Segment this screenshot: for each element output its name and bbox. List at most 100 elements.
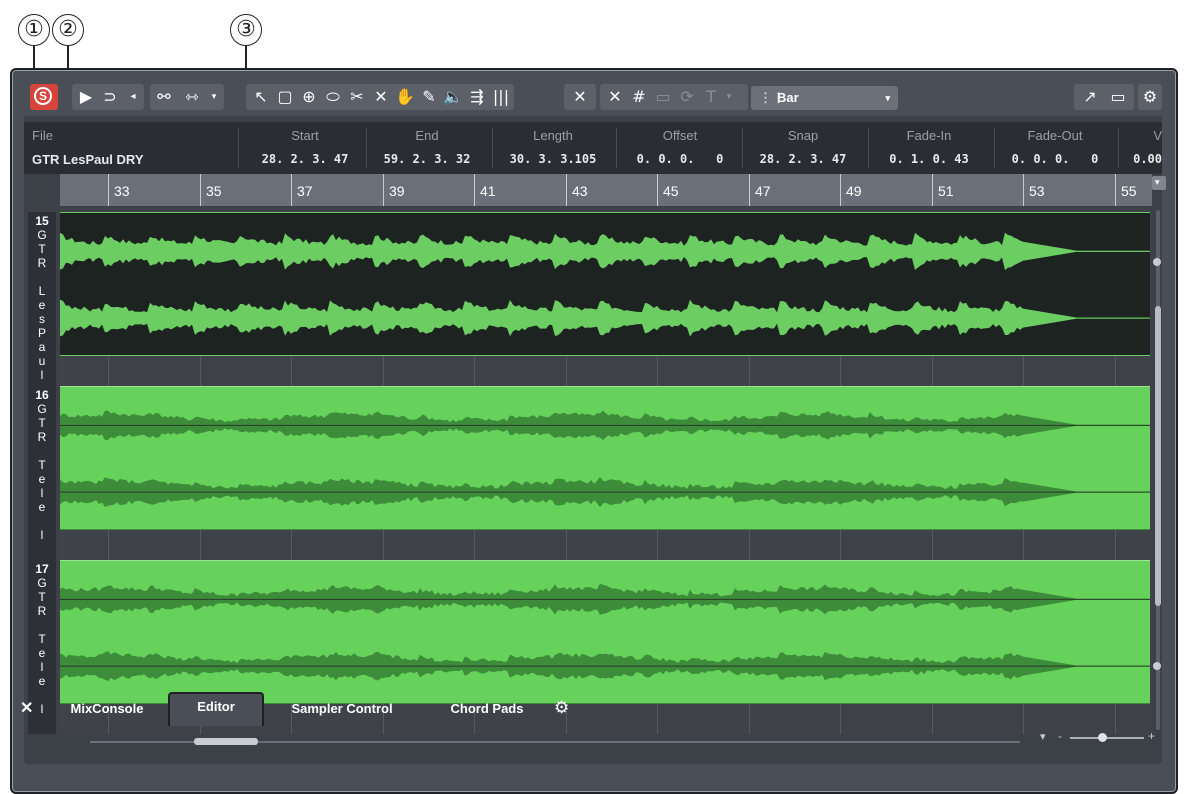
open-in-window-icon[interactable]: ↗ [1078, 84, 1102, 110]
pencil-icon[interactable]: ✎ [418, 84, 440, 110]
erase-icon[interactable]: ✕ [370, 84, 392, 110]
snap-type-icon[interactable]: T [700, 84, 722, 110]
speaker-icon[interactable]: 🔈 [442, 84, 464, 110]
info-volume-value[interactable]: 0.00 [1124, 152, 1162, 166]
info-snap-header: Snap [787, 128, 819, 143]
zoom-plus-label[interactable]: + [1148, 729, 1155, 743]
split-icon[interactable]: ✂ [346, 84, 368, 110]
zoom-icon[interactable]: ⊕ [298, 84, 320, 110]
zoom-minus-label[interactable]: - [1058, 729, 1062, 743]
info-fade-in-value[interactable]: 0. 1. 0. 43 [874, 152, 984, 166]
ruler-tick [291, 174, 292, 206]
snap-to-zero-icon[interactable]: ✕ [604, 84, 626, 110]
info-end-header: End [415, 128, 439, 143]
ruler-label: 33 [114, 183, 130, 199]
info-fade-out-header: Fade-Out [1027, 128, 1083, 143]
play-icon[interactable]: ▶ [76, 84, 96, 110]
info-separator [238, 128, 239, 168]
zoom-out-icon[interactable]: ▾ [1040, 730, 1046, 743]
tab-editor[interactable]: Editor [168, 692, 264, 726]
tab-sampler-control[interactable]: Sampler Control [272, 696, 412, 722]
crossfade-group: ✕ [564, 84, 596, 110]
audio-clip[interactable] [60, 386, 1150, 530]
lane-label: 15 G T R LesPaul [28, 212, 56, 386]
info-snap-value[interactable]: 28. 2. 3. 47 [748, 152, 858, 166]
transport-group: ▶ ⊃ ◂ [72, 84, 144, 110]
snap-events-icon[interactable]: ▭ [652, 84, 674, 110]
bottom-zone-tabs: ✕ MixConsole Editor Sampler Control Chor… [10, 692, 1174, 726]
tab-chord-pads[interactable]: Chord Pads [432, 696, 542, 722]
audio-clip[interactable] [60, 560, 1150, 704]
loop-icon[interactable]: ⊃ [100, 84, 120, 110]
chevron-down-icon: ▾ [1155, 177, 1160, 187]
solo-icon: S [34, 87, 52, 105]
lane-name-char [28, 270, 56, 284]
vertical-zoom-knob-lower[interactable] [1153, 662, 1161, 670]
info-separator [616, 128, 617, 168]
tool-group: ↖ ▢ ⊕ ⬭ ✂ ✕ ✋ ✎ 🔈 ⇶ ||| [246, 84, 514, 110]
grid-type-select[interactable]: ⋮⋮ Bar ▾ [751, 86, 898, 110]
lane-name-char: e [38, 500, 46, 514]
lane-name-char: l [40, 528, 44, 542]
ruler-tick [200, 174, 201, 206]
lane-name-char: e [38, 472, 46, 486]
snap-type-dropdown-icon[interactable]: ▾ [722, 84, 736, 110]
info-start-value[interactable]: 28. 2. 3. 47 [250, 152, 360, 166]
lane-name-char: l [40, 368, 44, 382]
vertical-scrollbar-thumb[interactable] [1155, 306, 1161, 606]
grid-type-value: Bar [777, 90, 799, 105]
ruler-tick [1023, 174, 1024, 206]
info-separator [994, 128, 995, 168]
sample-editor-window: S ▶ ⊃ ◂ ⚯ ⇿ ▾ ↖ ▢ ⊕ ⬭ ✂ ✕ ✋ ✎ 🔈 ⇶ ||| ✕ … [10, 68, 1178, 794]
ruler-tick [932, 174, 933, 206]
warp-icon[interactable]: ⇶ [466, 84, 488, 110]
nudge-dropdown-icon[interactable]: ▾ [208, 84, 220, 110]
ruler-label: 49 [846, 183, 862, 199]
hitpoint-icon[interactable]: ||| [490, 84, 512, 110]
waveform [60, 232, 1150, 337]
vertical-zoom-knob[interactable] [1153, 258, 1161, 266]
waveform [60, 583, 1150, 682]
ruler[interactable]: 33 35 37 39 41 43 45 47 49 51 53 55 [60, 174, 1152, 206]
info-length-value[interactable]: 30. 3. 3.105 [498, 152, 608, 166]
ruler-tick [657, 174, 658, 206]
lane-name-char: e [38, 674, 46, 688]
object-selection-icon[interactable]: ↖ [250, 84, 272, 110]
audio-clip[interactable] [60, 212, 1150, 356]
lane-number: 16 [35, 388, 49, 402]
draw-icon[interactable]: ⬭ [322, 84, 344, 110]
lane-name-char [28, 514, 56, 528]
info-offset-value[interactable]: 0. 0. 0. 0 [622, 152, 738, 166]
lane-name-char: T [38, 416, 46, 430]
ruler-tick [474, 174, 475, 206]
hand-icon[interactable]: ✋ [394, 84, 416, 110]
gear-icon[interactable]: ⚙ [1138, 84, 1162, 110]
info-end-value[interactable]: 59. 2. 3. 32 [372, 152, 482, 166]
info-fade-in-header: Fade-In [906, 128, 952, 143]
gear-icon[interactable]: ⚙ [554, 698, 569, 718]
info-file-value[interactable]: GTR LesPaul DRY [32, 152, 143, 167]
solo-editor-button[interactable]: S [30, 84, 58, 110]
close-icon[interactable]: ✕ [20, 698, 33, 718]
ruler-label: 55 [1121, 183, 1137, 199]
crossfade-icon[interactable]: ✕ [568, 84, 592, 110]
window-layout-icon[interactable]: ▭ [1106, 84, 1130, 110]
range-selection-icon[interactable]: ▢ [274, 84, 296, 110]
info-separator [868, 128, 869, 168]
editor-inner: S ▶ ⊃ ◂ ⚯ ⇿ ▾ ↖ ▢ ⊕ ⬭ ✂ ✕ ✋ ✎ 🔈 ⇶ ||| ✕ … [24, 78, 1166, 764]
lane-name-char: u [38, 354, 46, 368]
tab-mixconsole[interactable]: MixConsole [52, 696, 162, 722]
snap-cursor-icon[interactable]: ⟳ [676, 84, 698, 110]
ruler-menu-button[interactable]: ▾ [1152, 176, 1166, 190]
snap-on-off-icon[interactable]: # [628, 84, 650, 110]
nudge-icon[interactable]: ⇿ [178, 84, 206, 110]
chevron-down-icon: ▾ [885, 93, 890, 103]
horizontal-scrollbar-thumb[interactable] [194, 738, 258, 745]
audition-menu-icon[interactable]: ◂ [126, 84, 140, 110]
link-icon[interactable]: ⚯ [154, 84, 174, 110]
ruler-label: 39 [389, 183, 405, 199]
lane-name-char: G [37, 402, 47, 416]
horizontal-zoom-track[interactable] [1070, 737, 1144, 739]
info-fade-out-value[interactable]: 0. 0. 0. 0 [1000, 152, 1110, 166]
horizontal-zoom-knob[interactable] [1098, 733, 1107, 742]
